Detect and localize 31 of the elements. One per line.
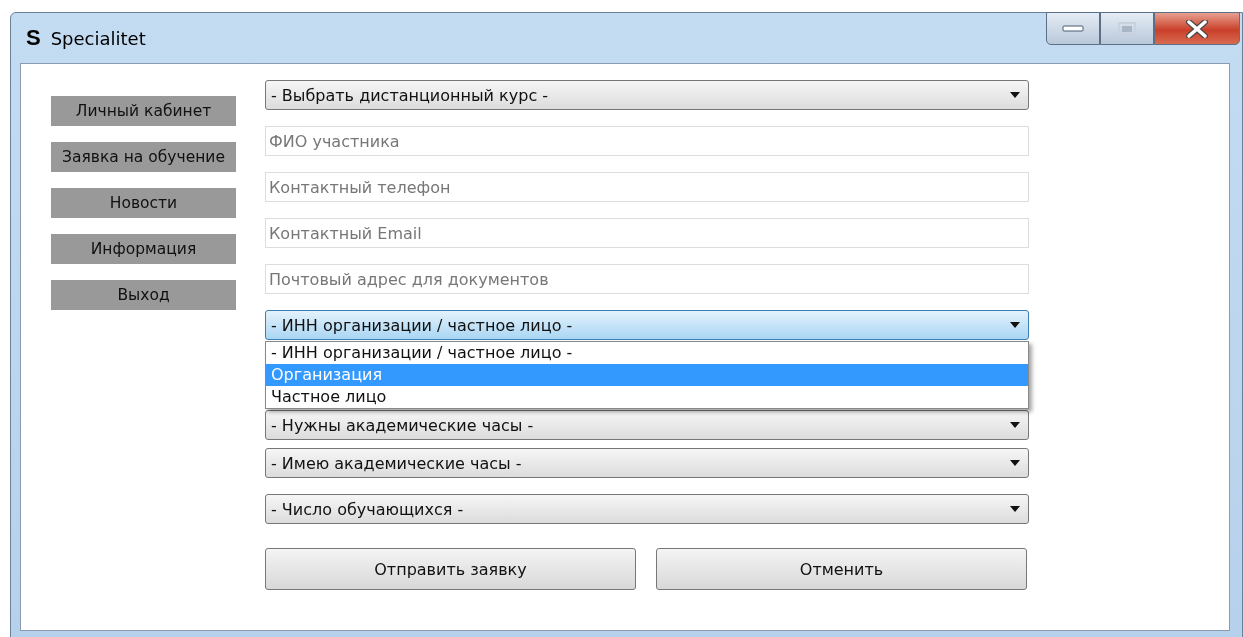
maximize-button[interactable] — [1100, 12, 1154, 45]
minimize-icon — [1062, 24, 1084, 33]
caret-icon — [1010, 506, 1020, 512]
close-button[interactable] — [1154, 12, 1240, 45]
sidebar-item[interactable]: Новости — [51, 188, 236, 218]
dropdown[interactable]: - Число обучающихся - — [265, 494, 1029, 524]
input-field[interactable]: Контактный Email — [265, 218, 1029, 248]
sidebar-item[interactable]: Информация — [51, 234, 236, 264]
dropdown[interactable]: - Имею академические часы - — [265, 448, 1029, 478]
sidebar-item[interactable]: Выход — [51, 280, 236, 310]
app-logo: S — [26, 25, 41, 51]
dropdown[interactable]: - ИНН организации / частное лицо - — [265, 310, 1029, 340]
minimize-button[interactable] — [1046, 12, 1100, 45]
caret-icon — [1010, 460, 1020, 466]
maximize-icon — [1118, 21, 1136, 36]
caret-icon — [1010, 92, 1020, 98]
submit-button[interactable]: Отправить заявку — [265, 548, 636, 590]
close-icon — [1186, 19, 1208, 38]
caret-icon — [1010, 322, 1020, 328]
cancel-button[interactable]: Отменить — [656, 548, 1027, 590]
caret-icon — [1010, 422, 1020, 428]
dropdown-option[interactable]: - ИНН организации / частное лицо - — [266, 342, 1028, 364]
window-title: Specialitet — [50, 27, 146, 49]
input-field[interactable]: ФИО участника — [265, 126, 1029, 156]
dropdown[interactable]: - Выбрать дистанционный курс - — [265, 80, 1029, 110]
sidebar-item[interactable]: Личный кабинет — [51, 96, 236, 126]
dropdown-option[interactable]: Частное лицо — [266, 386, 1028, 408]
sidebar-item[interactable]: Заявка на обучение — [51, 142, 236, 172]
dropdown[interactable]: - Нужны академические часы - — [265, 410, 1029, 440]
input-field[interactable]: Контактный телефон — [265, 172, 1029, 202]
input-field[interactable]: Почтовый адрес для документов — [265, 264, 1029, 294]
